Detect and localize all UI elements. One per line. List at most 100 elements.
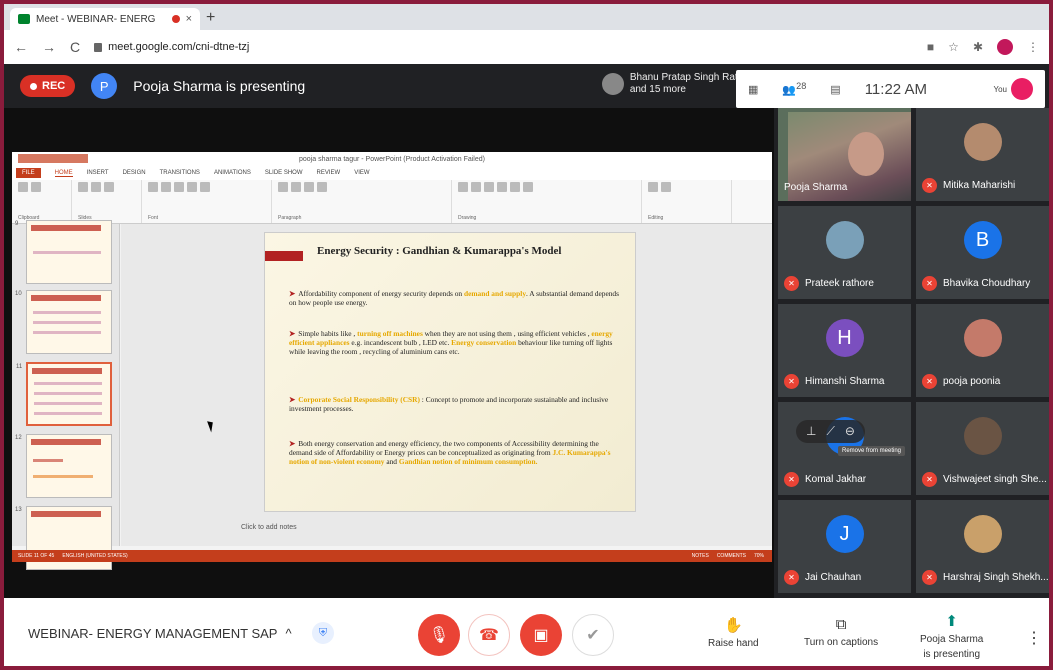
participant-name: Himanshi Sharma bbox=[805, 376, 885, 387]
extensions-icon[interactable]: ✱ bbox=[973, 40, 983, 54]
ribbon-group-clipboard: Clipboard bbox=[12, 180, 72, 223]
new-tab-button[interactable]: + bbox=[206, 9, 215, 27]
meeting-details-button[interactable]: WEBINAR- ENERGY MANAGEMENT SAP ^ bbox=[28, 626, 292, 641]
menu-icon[interactable]: ⋮ bbox=[1027, 40, 1039, 54]
profile-avatar[interactable] bbox=[997, 39, 1013, 55]
ribbon-tab-insert[interactable]: INSERT bbox=[87, 170, 109, 176]
slide-thumbnail[interactable]: 12 bbox=[15, 434, 112, 498]
participant-tile[interactable]: Pooja Sharma bbox=[778, 108, 911, 201]
participant-grid: Pooja Sharma ✕ Mitika Maharishi ✕ Prateek … bbox=[778, 108, 1049, 598]
peek-line-1: Bhanu Pratap Singh Rat... bbox=[629, 72, 746, 83]
back-button[interactable]: ← bbox=[14, 39, 28, 55]
presenting-text: Pooja Sharma is presenting bbox=[133, 78, 306, 94]
browser-tab-bar: Meet - WEBINAR- ENERG × + bbox=[4, 4, 1049, 30]
mute-participant-icon[interactable]: ⟋ bbox=[826, 424, 834, 439]
reload-button[interactable]: C bbox=[70, 39, 80, 55]
more-options-icon[interactable]: ⋮ bbox=[1026, 628, 1042, 648]
recording-badge: REC bbox=[20, 75, 76, 97]
ribbon-group-editing: Editing bbox=[642, 180, 732, 223]
notes-placeholder[interactable]: Click to add notes bbox=[241, 524, 297, 531]
browser-tab[interactable]: Meet - WEBINAR- ENERG × bbox=[10, 8, 200, 30]
ppt-window-title: pooja sharma tagur - PowerPoint (Product… bbox=[299, 155, 485, 163]
camera-toggle-button[interactable]: ▣ bbox=[520, 614, 562, 656]
camera-off-icon: ▣ bbox=[533, 627, 549, 644]
layout-icon[interactable]: ▦ bbox=[748, 83, 758, 96]
slide-thumbnail-selected[interactable]: 11 bbox=[16, 362, 112, 426]
participant-tile[interactable]: ✕ Harshraj Singh Shekh... bbox=[916, 500, 1049, 593]
ribbon-tab-slideshow[interactable]: SLIDE SHOW bbox=[265, 170, 303, 176]
leave-call-button[interactable]: ☎ bbox=[468, 614, 510, 656]
slide-paragraph-1: ➤ Affordability component of energy secur… bbox=[289, 289, 620, 307]
comments-toggle[interactable]: COMMENTS bbox=[717, 553, 746, 559]
mic-toggle-button[interactable]: 🎙 bbox=[418, 614, 460, 656]
remove-participant-icon[interactable]: ⊖ bbox=[845, 424, 855, 439]
current-slide: Energy Security : Gandhian & Kumarappa's… bbox=[264, 232, 636, 512]
check-icon: ✔ bbox=[586, 627, 600, 644]
meet-bottom-bar: WEBINAR- ENERGY MANAGEMENT SAP ^ ⛨ 🎙 ☎ ▣… bbox=[4, 598, 1049, 666]
participant-name: Mitika Maharishi bbox=[943, 180, 1016, 191]
ribbon-tab-transitions[interactable]: TRANSITIONS bbox=[160, 170, 200, 176]
participant-tile[interactable]: H ✕ Himanshi Sharma bbox=[778, 304, 911, 397]
url-field[interactable]: meet.google.com/cni-dtne-tzj bbox=[94, 41, 249, 53]
captions-button[interactable]: ⧉ Turn on captions bbox=[804, 616, 878, 648]
mic-off-icon: ✕ bbox=[922, 472, 937, 487]
ribbon-tab-view[interactable]: VIEW bbox=[354, 170, 369, 176]
slide-title-ribbon bbox=[265, 251, 303, 261]
slide-thumbnail[interactable]: 10 bbox=[15, 290, 112, 354]
presenting-status-button[interactable]: ⬆ Pooja Sharma is presenting bbox=[920, 612, 983, 660]
self-view[interactable]: You bbox=[993, 78, 1033, 100]
participant-tile[interactable]: ✕ pooja poonia bbox=[916, 304, 1049, 397]
you-label: You bbox=[993, 84, 1008, 94]
presentation-screen: pooja sharma tagur - PowerPoint (Product… bbox=[4, 108, 774, 598]
chat-icon[interactable]: ▤ bbox=[830, 83, 840, 96]
self-avatar bbox=[1011, 78, 1033, 100]
participant-tile[interactable]: B ✕ Bhavika Choudhary bbox=[916, 206, 1049, 299]
raise-hand-button[interactable]: ✋ Raise hand bbox=[708, 616, 759, 649]
url-text: meet.google.com/cni-dtne-tzj bbox=[108, 41, 250, 53]
raise-hand-label: Raise hand bbox=[708, 638, 759, 649]
star-icon[interactable]: ☆ bbox=[948, 40, 959, 54]
participant-name: Komal Jakhar bbox=[805, 474, 867, 485]
participant-avatar bbox=[825, 221, 864, 259]
ribbon-tab-design[interactable]: DESIGN bbox=[123, 170, 146, 176]
hand-icon: ✋ bbox=[723, 617, 743, 634]
present-button[interactable]: ✔ bbox=[572, 614, 614, 656]
presenting-line-1: Pooja Sharma bbox=[920, 634, 984, 645]
slide-thumbnail[interactable]: 9 bbox=[15, 220, 112, 284]
participant-tile[interactable]: ✕ Prateek rathore bbox=[778, 206, 911, 299]
pin-icon[interactable]: ⊥ bbox=[806, 424, 816, 439]
participant-name: Harshraj Singh Shekh... bbox=[943, 572, 1049, 583]
ribbon-tab-review[interactable]: REVIEW bbox=[317, 170, 341, 176]
participant-name: Bhavika Choudhary bbox=[943, 278, 1031, 289]
ribbon-tabs: FILE HOME INSERT DESIGN TRANSITIONS ANIM… bbox=[12, 166, 772, 180]
participant-tile[interactable]: ✕ Mitika Maharishi bbox=[916, 108, 1049, 201]
zoom-level[interactable]: 70% bbox=[754, 553, 764, 559]
people-button[interactable]: 👥28 bbox=[782, 81, 806, 97]
ribbon-group-paragraph: Paragraph bbox=[272, 180, 452, 223]
forward-button[interactable]: → bbox=[42, 39, 56, 55]
ppt-title-bar: pooja sharma tagur - PowerPoint (Product… bbox=[12, 152, 772, 166]
record-dot-icon bbox=[30, 82, 37, 90]
participant-tile-hovered[interactable]: ⊥ ⟋ ⊖ Remove from meeting ✕ Komal Jakhar bbox=[778, 402, 911, 495]
tab-close-icon[interactable]: × bbox=[186, 13, 192, 25]
notes-toggle[interactable]: NOTES bbox=[692, 553, 709, 559]
present-screen-icon: ⬆ bbox=[945, 613, 958, 630]
ribbon-tab-file[interactable]: FILE bbox=[16, 168, 41, 178]
mic-off-icon: ✕ bbox=[784, 570, 799, 585]
participant-avatar: J bbox=[825, 515, 864, 553]
shield-icon[interactable]: ⛨ bbox=[312, 622, 334, 644]
ribbon-tab-animations[interactable]: ANIMATIONS bbox=[214, 170, 251, 176]
participant-tile[interactable]: J ✕ Jai Chauhan bbox=[778, 500, 911, 593]
ribbon-tab-home[interactable]: HOME bbox=[54, 170, 73, 177]
participant-name: Jai Chauhan bbox=[805, 572, 862, 583]
slide-paragraph-4: ➤ Both energy conservation and energy eff… bbox=[289, 439, 611, 466]
screen-frame: Meet - WEBINAR- ENERG × + ← → C meet.goo… bbox=[4, 4, 1049, 666]
mic-off-icon: ✕ bbox=[922, 276, 937, 291]
powerpoint-window: pooja sharma tagur - PowerPoint (Product… bbox=[12, 152, 772, 570]
participant-tile[interactable]: ✕ Vishwajeet singh She... bbox=[916, 402, 1049, 495]
participant-name: Prateek rathore bbox=[805, 278, 874, 289]
presenting-line-2: is presenting bbox=[923, 649, 981, 660]
camera-icon[interactable]: ■ bbox=[927, 40, 934, 54]
participants-peek[interactable]: Bhanu Pratap Singh Rat... and 15 more bbox=[601, 72, 746, 96]
participant-avatar: H bbox=[825, 319, 864, 357]
